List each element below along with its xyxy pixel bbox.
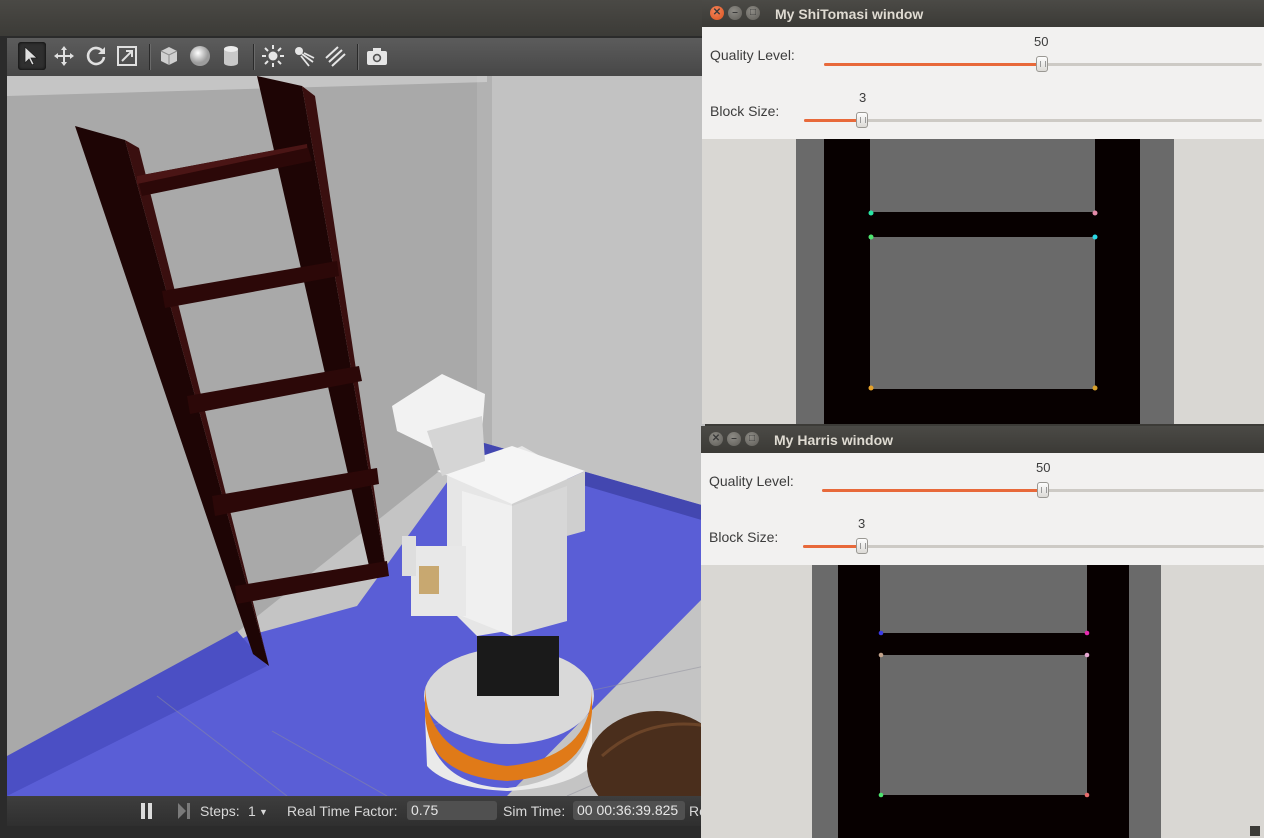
pause-icon: [141, 803, 152, 819]
harris-output-image: [701, 565, 1264, 838]
shitomasi-titlebar[interactable]: ✕ – □ My ShiTomasi window: [702, 0, 1264, 27]
cylinder-icon: [224, 46, 238, 66]
gazebo-titlebar: [0, 0, 705, 36]
maximize-button[interactable]: □: [745, 432, 759, 446]
shitomasi-corner-render: [796, 139, 1174, 424]
quality-level-handle[interactable]: [1037, 482, 1049, 498]
resize-grip[interactable]: [1250, 826, 1260, 836]
scale-icon: [117, 46, 137, 66]
window-title: My ShiTomasi window: [775, 6, 924, 22]
move-icon: [54, 46, 74, 66]
shitomasi-output-image: [702, 139, 1264, 424]
directional-light-icon: [325, 46, 346, 67]
spotlight-icon: [295, 47, 315, 67]
minimize-icon: –: [732, 7, 738, 18]
camera-icon: [367, 48, 387, 65]
rtf-value: 0.75: [407, 801, 497, 820]
directional-light-button[interactable]: [321, 42, 349, 70]
quality-level-value: 50: [1034, 34, 1049, 49]
gazebo-3d-viewport[interactable]: [7, 76, 705, 796]
block-size-value: 3: [858, 516, 866, 531]
minimize-button[interactable]: –: [727, 432, 741, 446]
quality-level-slider[interactable]: [822, 482, 1264, 498]
close-icon: ✕: [711, 433, 721, 444]
maximize-icon: □: [748, 433, 756, 444]
maximize-icon: □: [749, 7, 757, 18]
rotate-mode-button[interactable]: [82, 42, 110, 70]
sphere-icon: [190, 46, 210, 66]
quality-level-label: Quality Level:: [709, 473, 794, 489]
close-button[interactable]: ✕: [710, 6, 724, 20]
arrow-icon: [24, 46, 39, 66]
steps-label: Steps:: [200, 803, 240, 819]
minimize-icon: –: [731, 433, 737, 444]
harris-window: ✕ – □ My Harris window Quality Level: 50…: [701, 426, 1264, 838]
pause-button[interactable]: [140, 803, 154, 819]
rotate-icon: [86, 46, 106, 66]
quality-level-slider[interactable]: [824, 56, 1262, 72]
quality-level-fill: [824, 63, 1042, 66]
quality-level-handle[interactable]: [1036, 56, 1048, 72]
box-shape-button[interactable]: [155, 42, 183, 70]
quality-level-label: Quality Level:: [710, 47, 795, 63]
steps-dropdown-icon[interactable]: ▼: [259, 807, 268, 817]
minimize-button[interactable]: –: [728, 6, 742, 20]
quality-level-value: 50: [1036, 460, 1051, 475]
toolbar-separator: [253, 44, 255, 70]
sim-time-value: 00 00:36:39.825: [573, 801, 685, 820]
window-title: My Harris window: [774, 432, 894, 448]
gazebo-toolbar: [7, 38, 705, 77]
sim-time-label: Sim Time:: [503, 803, 566, 819]
scene-render: [7, 76, 705, 796]
block-size-fill: [803, 545, 862, 548]
gazebo-window: Steps: 1 ▼ Real Time Factor: 0.75 Sim Ti…: [0, 0, 707, 838]
toolbar-separator: [357, 44, 359, 70]
harris-corner-render: [812, 565, 1161, 838]
quality-level-fill: [822, 489, 1043, 492]
toolbar-separator: [149, 44, 151, 70]
scale-mode-button[interactable]: [113, 42, 141, 70]
step-icon: [178, 803, 190, 819]
block-size-value: 3: [859, 90, 867, 105]
block-size-handle[interactable]: [856, 112, 868, 128]
shitomasi-window: ✕ – □ My ShiTomasi window Quality Level:…: [702, 0, 1264, 424]
close-button[interactable]: ✕: [709, 432, 723, 446]
block-size-slider[interactable]: [804, 112, 1262, 128]
translate-mode-button[interactable]: [50, 42, 78, 70]
box-icon: [160, 47, 178, 65]
block-size-label: Block Size:: [710, 103, 780, 119]
close-icon: ✕: [712, 7, 722, 18]
spot-light-button[interactable]: [290, 42, 318, 70]
sun-icon: [262, 45, 284, 67]
select-mode-button[interactable]: [18, 42, 46, 70]
cylinder-shape-button[interactable]: [217, 42, 245, 70]
steps-value[interactable]: 1: [248, 803, 256, 819]
gazebo-bottom-edge: [0, 826, 705, 838]
screenshot-button[interactable]: [363, 42, 391, 70]
harris-titlebar[interactable]: ✕ – □ My Harris window: [701, 426, 1264, 453]
sphere-shape-button[interactable]: [186, 42, 214, 70]
maximize-button[interactable]: □: [746, 6, 760, 20]
gazebo-status-bar: Steps: 1 ▼ Real Time Factor: 0.75 Sim Ti…: [7, 796, 707, 826]
block-size-slider[interactable]: [803, 538, 1264, 554]
point-light-button[interactable]: [259, 42, 287, 70]
step-button[interactable]: [177, 803, 191, 819]
rtf-label: Real Time Factor:: [287, 803, 398, 819]
block-size-label: Block Size:: [709, 529, 779, 545]
block-size-handle[interactable]: [856, 538, 868, 554]
block-size-fill: [804, 119, 862, 122]
